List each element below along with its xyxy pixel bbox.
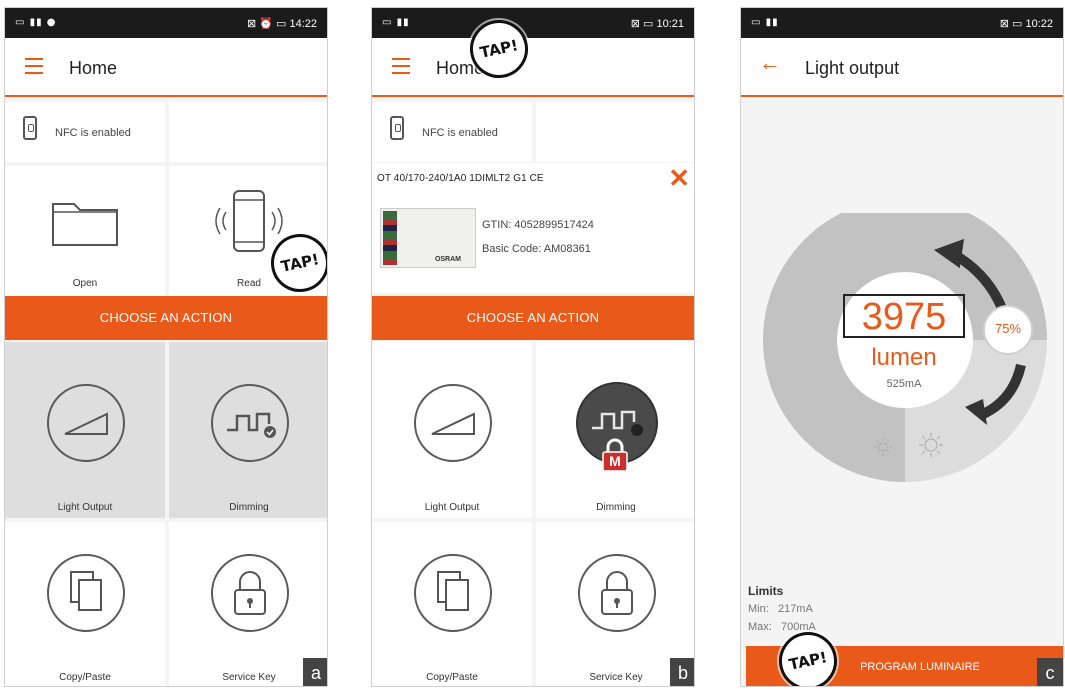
nfc-empty-cell: [169, 102, 327, 162]
copy-icon: [414, 554, 492, 632]
status-bar: ▭ ▮▮ ⊠ ▭ 10:21: [372, 8, 694, 38]
back-arrow-icon[interactable]: ←: [759, 52, 781, 74]
menu-icon[interactable]: [25, 58, 43, 74]
lock-letter: M: [609, 453, 621, 469]
panel-letter: b: [670, 658, 694, 686]
light-output-tile[interactable]: Light Output: [372, 342, 532, 518]
app-bar: ← Light output: [741, 38, 1063, 97]
min-value: 217mA: [777, 603, 813, 615]
limits-title: Limits: [748, 584, 784, 598]
folder-icon: [52, 203, 118, 246]
dimming-icon: [211, 384, 289, 462]
lumen-value: 3975: [843, 294, 965, 338]
device-card: OT 40/170-240/1A0 1DIMLT2 G1 CE ✕ OSRAM …: [372, 163, 694, 293]
max-label: Max:: [748, 621, 772, 633]
dimming-label: Dimming: [229, 502, 269, 513]
status-bar: ▭ ▮▮ ⊠ ▭ 10:22: [741, 8, 1063, 38]
dimming-tile[interactable]: M Dimming: [536, 342, 694, 518]
page-title: Light output: [805, 58, 900, 78]
phone-screen-a: ▭ ▮▮ ● ⊠ ⏰ ▭ 14:22 Home NFC is enabled O…: [4, 7, 328, 687]
nfc-status-text: NFC is enabled: [55, 127, 131, 139]
percent-value: 75%: [994, 321, 1022, 336]
signal-icon: ▭ ▮▮: [751, 17, 779, 28]
choose-action-bar: CHOOSE AN ACTION: [372, 296, 694, 340]
panel-letter: a: [303, 658, 327, 686]
padlock-icon: [578, 554, 656, 632]
close-icon[interactable]: ✕: [668, 163, 690, 194]
device-title: OT 40/170-240/1A0 1DIMLT2 G1 CE: [377, 173, 544, 184]
copy-paste-label: Copy/Paste: [426, 672, 478, 683]
nfc-status-cell: NFC is enabled: [372, 102, 532, 162]
dimming-tile[interactable]: Dimming: [169, 342, 327, 518]
lumen-unit: lumen: [871, 344, 937, 371]
nfc-phone-icon: [23, 116, 37, 140]
nfc-phone-icon: [390, 116, 404, 140]
status-time: ⊠ ▭ 10:22: [999, 18, 1053, 30]
nfc-status-row: NFC is enabled: [5, 102, 327, 162]
nfc-status-row: NFC is enabled: [372, 102, 694, 162]
current-value: 525mA: [886, 378, 922, 390]
open-label: Open: [72, 278, 98, 289]
panel-letter: c: [1037, 658, 1063, 686]
status-bar: ▭ ▮▮ ● ⊠ ⏰ ▭ 14:22: [5, 8, 327, 38]
app-bar: Home: [372, 38, 694, 97]
nfc-status-text: NFC is enabled: [422, 127, 498, 139]
app-bar: Home: [5, 38, 327, 97]
copy-icon: [47, 554, 125, 632]
status-time: ⊠ ⏰ ▭ 14:22: [246, 18, 317, 30]
dimming-label: Dimming: [596, 502, 636, 513]
signal-icon: ▭ ▮▮: [382, 17, 410, 28]
open-tile[interactable]: Open: [5, 166, 165, 298]
gtin-text: GTIN: 4052899517424: [482, 219, 594, 231]
limits-min: Min: 217mA: [748, 603, 813, 615]
light-output-icon: [414, 384, 492, 462]
device-image: OSRAM: [380, 208, 476, 268]
padlock-icon: [211, 554, 289, 632]
light-output-label: Light Output: [57, 502, 113, 513]
menu-icon[interactable]: [392, 58, 410, 74]
signal-icon: ▭ ▮▮ ●: [15, 17, 57, 28]
status-time: ⊠ ▭ 10:21: [630, 18, 684, 30]
light-output-label: Light Output: [424, 502, 480, 513]
device-brand: OSRAM: [434, 256, 461, 263]
copy-paste-tile[interactable]: Copy/Paste: [372, 522, 532, 686]
nfc-empty-cell: [536, 102, 694, 162]
nfc-status-cell: NFC is enabled: [5, 102, 165, 162]
phone-screen-b: ▭ ▮▮ ⊠ ▭ 10:21 Home NFC is enabled OT 40…: [371, 7, 695, 687]
padlock-icon: M: [600, 438, 630, 472]
light-output-tile[interactable]: Light Output: [5, 342, 165, 518]
choose-action-bar: CHOOSE AN ACTION: [5, 296, 327, 340]
copy-paste-tile[interactable]: Copy/Paste: [5, 522, 165, 686]
copy-paste-label: Copy/Paste: [59, 672, 111, 683]
phone-screen-c: ▭ ▮▮ ⊠ ▭ 10:22 ← Light output 3975 lumen…: [740, 7, 1064, 687]
page-title: Home: [69, 58, 118, 78]
min-label: Min:: [748, 603, 769, 615]
light-output-icon: [47, 384, 125, 462]
basic-code-text: Basic Code: AM08361: [482, 243, 591, 255]
